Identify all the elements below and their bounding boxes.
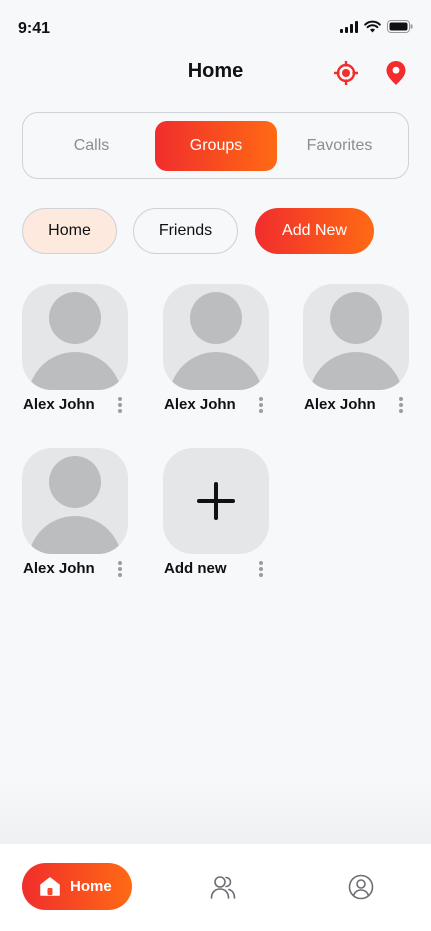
contact-card: Alex John xyxy=(22,448,147,598)
avatar-head xyxy=(49,292,101,344)
more-options-icon[interactable] xyxy=(115,559,125,579)
status-bar: 9:41 xyxy=(0,0,431,58)
location-pin-icon xyxy=(386,61,406,85)
avatar-body xyxy=(169,352,263,390)
contact-name: Alex John xyxy=(164,396,236,413)
bottom-fade xyxy=(0,780,431,844)
category-tabs: Calls Groups Favorites xyxy=(22,112,409,179)
more-options-icon[interactable] xyxy=(115,395,125,415)
locate-button[interactable] xyxy=(333,60,359,86)
plus-icon xyxy=(197,482,235,520)
avatar-body xyxy=(28,516,122,554)
avatar-body xyxy=(309,352,403,390)
wifi-icon xyxy=(364,20,381,33)
avatar-head xyxy=(49,456,101,508)
status-icons xyxy=(340,20,413,33)
contact-name: Alex John xyxy=(23,560,95,577)
add-new-label: Add new xyxy=(164,560,227,577)
nav-home-button[interactable]: Home xyxy=(22,863,132,910)
tab-groups[interactable]: Groups xyxy=(155,121,277,171)
tab-calls[interactable]: Calls xyxy=(31,121,152,171)
contact-card: Alex John xyxy=(163,284,288,434)
app-screen: 9:41 Home Calls Groups Favorites Home Fr… xyxy=(0,0,431,931)
avatar[interactable] xyxy=(163,284,269,390)
chip-home[interactable]: Home xyxy=(22,208,117,254)
crosshair-icon xyxy=(334,61,358,85)
add-new-contact-card: Add new xyxy=(163,448,288,598)
avatar-head xyxy=(330,292,382,344)
location-button[interactable] xyxy=(383,60,409,86)
home-icon xyxy=(40,877,60,896)
contact-name: Alex John xyxy=(304,396,376,413)
add-new-group-button[interactable]: Add New xyxy=(255,208,374,254)
status-time: 9:41 xyxy=(18,20,51,37)
profile-icon[interactable] xyxy=(348,874,374,900)
avatar-body xyxy=(28,352,122,390)
more-options-icon[interactable] xyxy=(256,395,266,415)
contacts-icon[interactable] xyxy=(210,874,236,900)
nav-home-label: Home xyxy=(70,878,112,895)
avatar-head xyxy=(190,292,242,344)
tab-favorites[interactable]: Favorites xyxy=(279,121,400,171)
contact-card: Alex John xyxy=(22,284,147,434)
page-title: Home xyxy=(187,60,244,82)
battery-icon xyxy=(387,20,413,33)
add-contact-button[interactable] xyxy=(163,448,269,554)
more-options-icon[interactable] xyxy=(256,559,266,579)
chip-friends[interactable]: Friends xyxy=(133,208,238,254)
avatar[interactable] xyxy=(22,284,128,390)
contact-name: Alex John xyxy=(23,396,95,413)
avatar[interactable] xyxy=(22,448,128,554)
more-options-icon[interactable] xyxy=(396,395,406,415)
signal-icon xyxy=(340,20,358,33)
avatar[interactable] xyxy=(303,284,409,390)
bottom-nav: Home xyxy=(0,844,431,931)
contact-card: Alex John xyxy=(303,284,428,434)
